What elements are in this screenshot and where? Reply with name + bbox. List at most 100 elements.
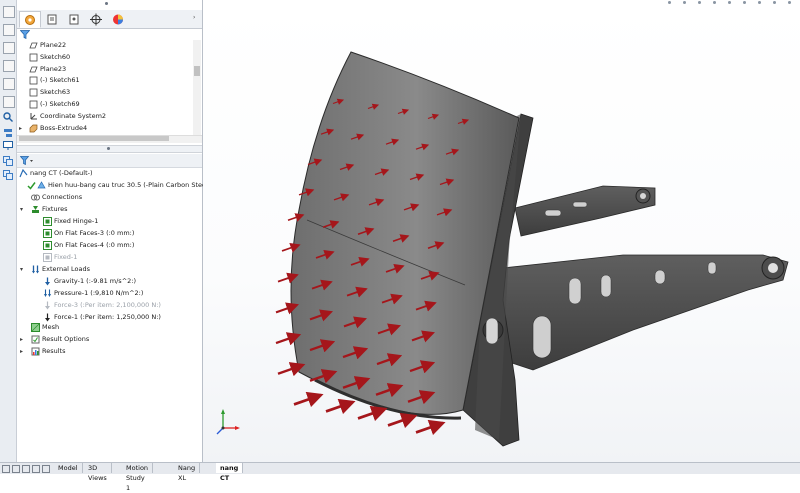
lower-arm [502,254,789,371]
sim-filter-icon[interactable] [19,156,34,166]
feature-tree-item-label: Coordinate System2 [40,111,107,120]
coordinate-system-icon [29,112,38,121]
flat-face-fixture-icon [43,241,52,250]
expand-icon[interactable]: ▸ [20,346,23,357]
tab-dimxpert[interactable] [85,11,107,28]
fixtures-icon [31,205,40,214]
graphics-area[interactable] [203,0,800,462]
tree-vertical-scrollbar[interactable] [193,40,201,135]
flat-face-fixture-icon [43,229,52,238]
layers-icon[interactable] [3,78,15,90]
tab-feature-tree[interactable] [19,11,41,28]
model-3d-view[interactable] [203,0,800,462]
bottom-tab-bar: Model 3D Views Motion Study 1 Nang XL nang C… [0,462,800,492]
mesh-label: Mesh [42,323,60,331]
fixture-item-label: On Flat Faces-3 (:0 mm:) [54,229,135,237]
tab-model[interactable]: Model [54,463,83,473]
fixture-item-label: On Flat Faces-4 (:0 mm:) [54,241,135,249]
monitor-icon[interactable] [3,141,13,151]
tab-nang-xl[interactable]: Nang XL [174,463,201,482]
nav-prev-icon[interactable] [12,465,20,473]
result-options-label: Result Options [42,335,90,343]
tree-icon[interactable] [3,128,13,138]
tab-display-manager[interactable] [107,11,129,28]
expand-icon[interactable]: ▸ [19,123,22,134]
nav-first-icon[interactable] [2,465,10,473]
force-icon [43,301,52,310]
mesh-icon [31,323,40,332]
tab-motion-study-1[interactable]: Motion Study 1 [122,463,154,492]
tabs-overflow-icon[interactable]: › [193,14,195,21]
copy-icon[interactable] [3,24,15,36]
panel-grip-icon[interactable] [105,2,108,5]
simulation-tree-header [17,154,202,168]
external-loads-label: External Loads [42,265,91,273]
part-icon [37,181,46,190]
coordinate-triad [216,409,240,435]
collapse-icon[interactable]: ▾ [20,264,23,275]
tab-configuration-manager[interactable] [63,11,85,28]
tree-scroll-thumb[interactable] [194,66,200,76]
search-tree-icon[interactable] [3,112,13,122]
feature-tree-item-label: Boss-Extrude4 [40,123,88,132]
fixed-hinge-icon [43,217,52,226]
new-document-icon[interactable] [3,6,15,18]
connections-icon [31,193,40,202]
fixed-icon [43,253,52,262]
pressure-arrow [415,419,446,436]
pressure-arrow [387,412,418,429]
expand-icon[interactable]: ▸ [20,334,23,345]
feature-manager-tabs: › [17,10,202,29]
feature-tree: Plane22 Sketch60 Plane23 (-) Sketch61 Sketch… [17,40,193,135]
feature-tree-item-label: Sketch60 [40,52,71,61]
panel-splitter[interactable] [17,145,202,153]
copy-study-icon[interactable] [3,156,13,166]
list-icon[interactable] [3,96,15,108]
pressure-arrow [357,405,388,422]
pressure-arrow [325,398,356,415]
external-loads-icon [31,265,40,274]
filter-icon[interactable] [19,30,31,40]
load-item-label: Gravity-1 (:-9.81 m/s^2:) [54,277,136,285]
tree-horizontal-thumb[interactable] [19,136,169,141]
tab-nang-ct[interactable]: nang CT [216,463,244,482]
pressure-icon [43,289,52,298]
property-manager-icon [47,14,57,25]
pressure-arrow [293,391,324,408]
check-icon [27,181,36,190]
feature-tree-item-label: (-) Sketch69 [40,100,80,108]
sketch-icon [29,76,38,85]
plane-icon [29,65,38,74]
sketch-icon [29,88,38,97]
results-icon [31,347,40,356]
plane-icon [29,41,38,50]
upper-arm [514,185,656,237]
connections-label: Connections [42,193,83,201]
feature-tree-item-label: Sketch63 [40,88,71,97]
command-manager-strip [0,0,17,462]
extrude-icon [29,124,38,133]
crosshair-icon [90,13,102,26]
duplicate-study-icon[interactable] [3,170,13,180]
fixtures-label: Fixtures [42,205,68,213]
nav-next-icon[interactable] [22,465,30,473]
tab-property-manager[interactable] [41,11,63,28]
feature-tree-item-label: Plane23 [40,64,67,73]
nav-last-icon[interactable] [32,465,40,473]
tab-3d-views[interactable]: 3D Views [84,463,112,482]
part-label: Hien huu-bang cau truc 30.5 (-Plain Carb… [48,181,213,189]
feature-tree-item-label: Plane22 [40,41,67,49]
gravity-icon [43,277,52,286]
collapse-icon[interactable]: ▾ [20,204,23,215]
sketch-icon [29,100,38,109]
feature-tree-item-label: (-) Sketch61 [40,76,80,85]
document-icon[interactable] [3,60,15,72]
display-manager-icon [113,14,123,25]
feature-manager-panel: › Plane22 Sketch60 Plane23 (-) Sketch61 Sket… [17,0,213,462]
study-label: nang CT (-Default-) [30,169,93,177]
fixture-item-label: Fixed Hinge-1 [54,217,99,225]
load-item-label: Force-3 (:Per item: 2,100,000 N:) [54,301,161,309]
load-item-label: Force-1 (:Per item: 1,250,000 N:) [54,313,161,321]
nav-extra-icon[interactable] [42,465,50,473]
paste-icon[interactable] [3,42,15,54]
